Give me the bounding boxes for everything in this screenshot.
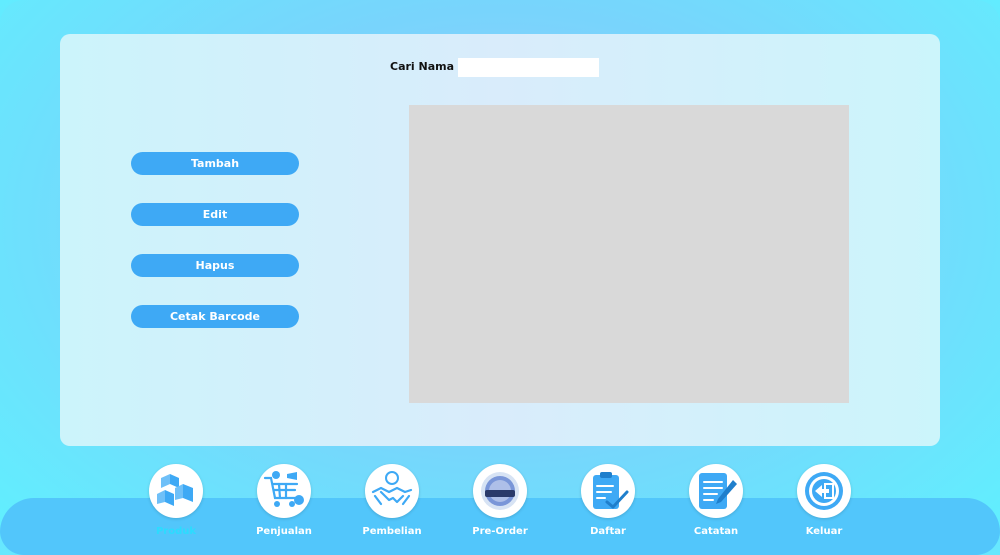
- nav-label: Penjualan: [256, 526, 312, 537]
- delete-button[interactable]: Hapus: [131, 254, 299, 277]
- edit-button[interactable]: Edit: [131, 203, 299, 226]
- shopping-cart-icon: [263, 471, 304, 507]
- nav-label: Catatan: [693, 526, 739, 537]
- nav-item-penjualan[interactable]: Penjualan: [256, 464, 312, 544]
- add-button[interactable]: Tambah: [131, 152, 299, 175]
- nav-label: Produk: [155, 526, 197, 537]
- boxes-icon: [157, 474, 193, 506]
- nav-item-keluar[interactable]: Keluar: [797, 464, 851, 544]
- clipboard-check-icon: [593, 472, 629, 509]
- print-barcode-button[interactable]: Cetak Barcode: [131, 305, 299, 328]
- nav-item-pre-order[interactable]: Pre-Order: [472, 464, 528, 544]
- nav-label: Daftar: [590, 526, 626, 537]
- search-input[interactable]: [458, 58, 599, 77]
- search-label: Cari Nama :: [390, 60, 463, 73]
- data-preview-area: [409, 105, 849, 403]
- pre-order-badge-icon: [481, 472, 519, 510]
- app-window: Cari Nama : Tambah Edit Hapus Cetak Barc…: [0, 0, 1000, 555]
- nav-label: Pembelian: [362, 526, 422, 537]
- handshake-money-icon: [371, 471, 413, 506]
- nav-item-daftar[interactable]: Daftar: [581, 464, 635, 544]
- nav-item-pembelian[interactable]: Pembelian: [362, 464, 422, 544]
- nav-item-catatan[interactable]: Catatan: [689, 464, 743, 544]
- nav-label: Keluar: [805, 526, 843, 537]
- nav-label: Pre-Order: [472, 526, 528, 537]
- nav-item-produk[interactable]: Produk: [149, 464, 203, 544]
- logout-icon: [805, 472, 843, 510]
- notepad-pen-icon: [699, 473, 737, 509]
